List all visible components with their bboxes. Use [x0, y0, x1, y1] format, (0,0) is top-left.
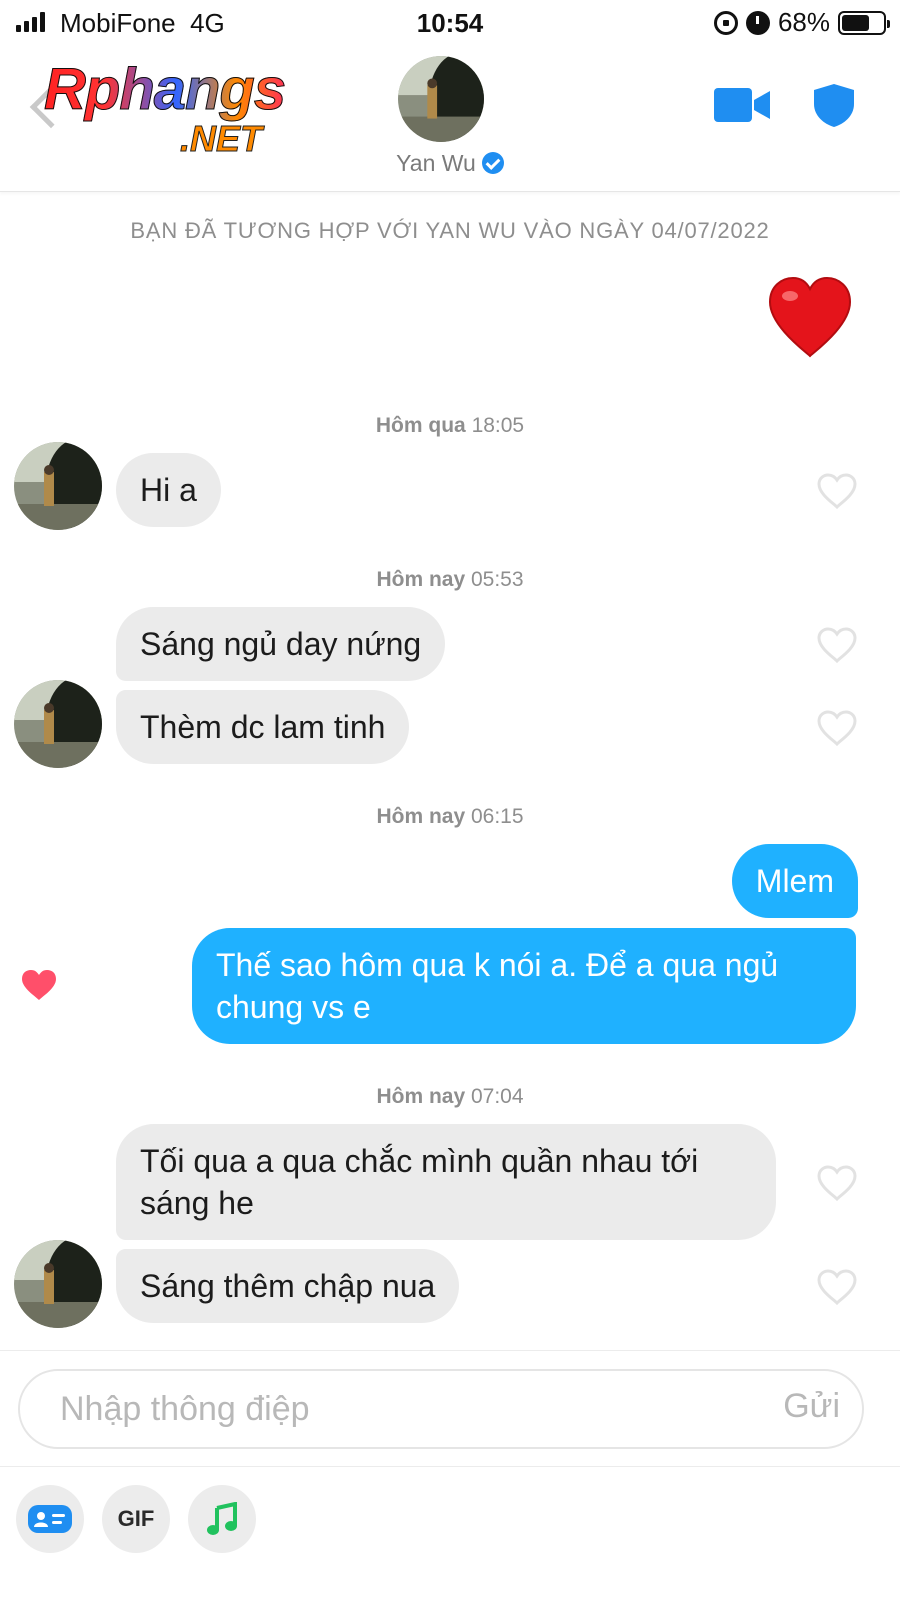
music-button[interactable] — [188, 1485, 256, 1553]
like-heart-icon[interactable] — [816, 626, 858, 664]
message-timestamp: Hôm nay 06:15 — [376, 805, 524, 828]
like-heart-icon[interactable] — [816, 1268, 858, 1306]
like-heart-icon[interactable] — [816, 1164, 858, 1202]
shield-icon[interactable] — [812, 82, 856, 128]
match-notice: BẠN ĐÃ TƯƠNG HỢP VỚI YAN WU VÀO NGÀY 04/… — [130, 218, 770, 243]
orientation-lock-icon — [713, 10, 738, 35]
sticker-card-button[interactable] — [16, 1485, 84, 1553]
message-timestamp: Hôm nay 07:04 — [376, 1085, 524, 1108]
music-note-icon — [207, 1502, 237, 1535]
composer: Gửi — [0, 1350, 900, 1470]
battery-icon — [838, 10, 890, 35]
incoming-message[interactable]: Sáng ngủ day nứng — [116, 607, 446, 681]
heart-emoji-icon — [768, 276, 852, 358]
like-heart-icon[interactable] — [816, 472, 858, 510]
incoming-message[interactable]: Hi a — [116, 453, 221, 527]
message-timestamp: Hôm qua 18:05 — [375, 414, 525, 437]
gif-button[interactable]: GIF — [102, 1485, 170, 1553]
send-button[interactable]: Gửi — [783, 1387, 840, 1426]
outgoing-message[interactable]: Thế sao hôm qua k nói a. Để a qua ngủ ch… — [192, 928, 856, 1044]
sender-avatar[interactable] — [14, 1240, 102, 1328]
status-bar: MobiFone 4G 10:54 68% — [0, 0, 900, 46]
incoming-message[interactable]: Thèm dc lam tinh — [116, 690, 410, 764]
battery-percent: 68% — [777, 7, 830, 37]
alarm-icon — [745, 10, 770, 35]
sender-avatar[interactable] — [14, 442, 102, 530]
outgoing-message[interactable]: Mlem — [731, 844, 858, 918]
message-timestamp: Hôm nay 05:53 — [376, 568, 524, 591]
profile-name[interactable]: Yan Wu — [396, 150, 476, 176]
incoming-message[interactable]: Tối qua a qua chắc mình quần nhau tới sá… — [116, 1124, 776, 1240]
chat-header: Rphangs .NET Yan Wu — [0, 46, 900, 192]
composer-toolbar: GIF — [0, 1466, 900, 1600]
message-input[interactable] — [18, 1369, 864, 1449]
incoming-message[interactable]: Sáng thêm chập nua — [116, 1249, 460, 1323]
sticker-card-icon — [28, 1505, 72, 1533]
verified-icon — [481, 152, 504, 174]
like-heart-icon[interactable] — [816, 709, 858, 747]
profile-avatar[interactable] — [398, 56, 484, 142]
video-call-icon[interactable] — [714, 88, 770, 122]
liked-heart-icon[interactable] — [20, 968, 58, 1002]
sender-avatar[interactable] — [14, 680, 102, 768]
